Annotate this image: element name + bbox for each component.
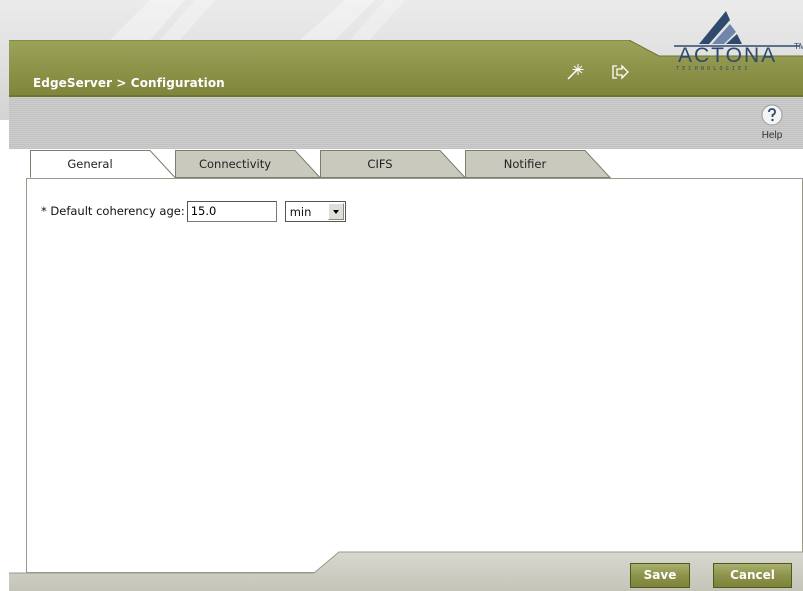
- tab-label: Notifier: [503, 157, 547, 171]
- help-button[interactable]: Help: [752, 104, 792, 148]
- save-button[interactable]: Save: [630, 563, 690, 588]
- unit-value: min: [289, 204, 312, 219]
- toolbar: [9, 97, 803, 149]
- coherency-row: * Default coherency age: min: [41, 200, 346, 222]
- help-icon: [761, 104, 783, 126]
- tab-label: General: [67, 157, 113, 171]
- unit-select[interactable]: min: [284, 200, 346, 222]
- tab-bar: General Connectivity CIFS Notifier: [30, 150, 630, 180]
- cancel-button[interactable]: Cancel: [713, 563, 792, 588]
- tab-connectivity[interactable]: Connectivity: [175, 150, 321, 178]
- general-panel: * Default coherency age: min: [26, 178, 803, 573]
- logo-tagline: TECHNOLOGIES: [676, 66, 751, 72]
- chevron-down-icon[interactable]: [327, 202, 344, 220]
- wand-icon[interactable]: [566, 63, 584, 81]
- tab-label: Connectivity: [198, 157, 272, 171]
- page-title: EdgeServer > Configuration: [33, 76, 225, 90]
- logo-trademark: TM: [794, 42, 803, 51]
- coherency-age-input[interactable]: [186, 200, 277, 222]
- tab-cifs[interactable]: CIFS: [320, 150, 466, 178]
- tab-notifier[interactable]: Notifier: [465, 150, 611, 178]
- logo-wordmark: ACTONA: [678, 44, 778, 67]
- coherency-label: * Default coherency age:: [41, 204, 185, 218]
- logout-icon[interactable]: [611, 64, 629, 80]
- tab-general[interactable]: General: [30, 150, 176, 178]
- help-label: Help: [761, 130, 783, 141]
- tab-label: CIFS: [367, 157, 393, 171]
